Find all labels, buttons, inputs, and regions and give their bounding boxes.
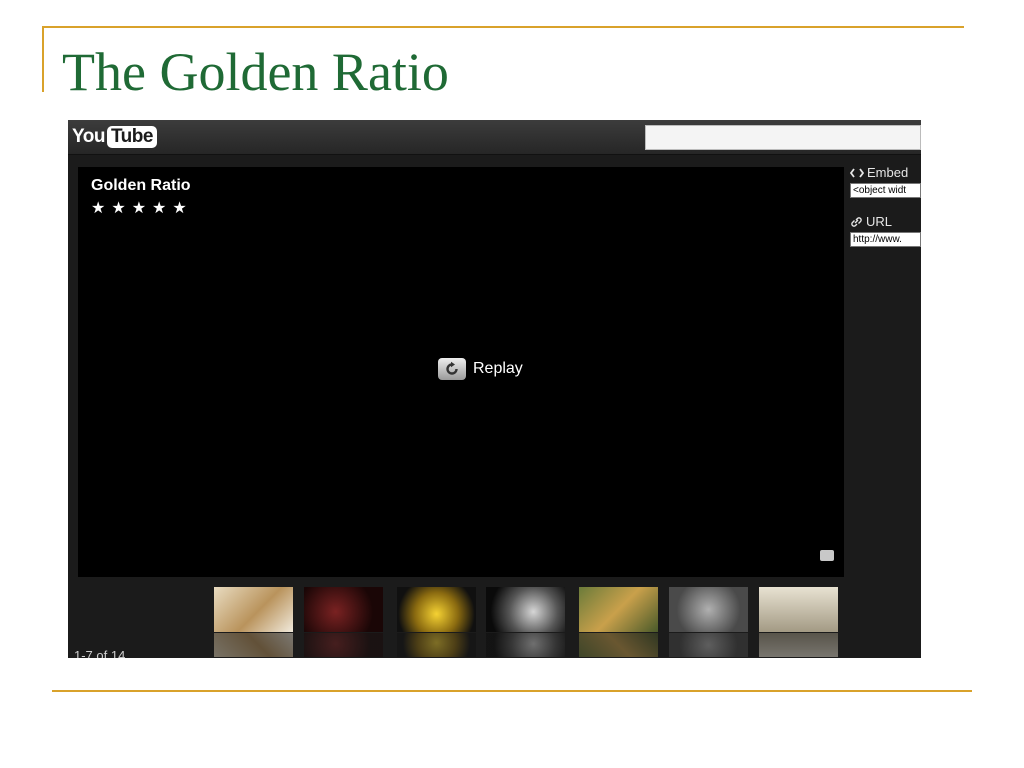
star-icon: ★ bbox=[172, 200, 187, 217]
related-video-thumbnail[interactable] bbox=[214, 587, 293, 657]
star-rating: ★ ★ ★ ★ ★ bbox=[91, 200, 187, 218]
top-rule bbox=[42, 26, 964, 28]
related-video-thumbnail[interactable] bbox=[304, 587, 383, 657]
embed-label: Embed bbox=[850, 165, 921, 181]
share-panel: Embed URL bbox=[850, 162, 921, 247]
bottom-rule bbox=[52, 690, 972, 692]
slide-title: The Golden Ratio bbox=[62, 42, 449, 102]
replay-icon bbox=[438, 358, 466, 380]
star-icon: ★ bbox=[152, 200, 167, 217]
logo-you: You bbox=[72, 126, 105, 147]
related-video-thumbnail[interactable] bbox=[669, 587, 748, 657]
thumbnail-reflection bbox=[397, 633, 476, 657]
replay-label: Replay bbox=[473, 360, 523, 377]
video-title[interactable]: Golden Ratio bbox=[91, 176, 191, 196]
youtube-logo[interactable]: You Tube bbox=[72, 125, 157, 149]
embed-code-field[interactable] bbox=[850, 183, 921, 198]
thumbnail-reflection bbox=[214, 633, 293, 657]
left-rule bbox=[42, 26, 44, 92]
thumbnail-reflection bbox=[304, 633, 383, 657]
captions-icon[interactable] bbox=[820, 550, 834, 561]
video-screen[interactable]: Golden Ratio ★ ★ ★ ★ ★ Replay bbox=[78, 167, 844, 577]
related-video-thumbnail[interactable] bbox=[579, 587, 658, 657]
link-icon bbox=[851, 217, 862, 227]
golden-statue-thumbnail bbox=[397, 587, 476, 632]
thumbnail-reflection bbox=[759, 633, 838, 657]
url-field[interactable] bbox=[850, 232, 921, 247]
golden-spiral-thumbnail bbox=[304, 587, 383, 632]
star-icon: ★ bbox=[111, 200, 126, 217]
thumbnail-reflection bbox=[486, 633, 565, 657]
star-icon: ★ bbox=[131, 200, 147, 217]
replay-button[interactable]: Replay bbox=[438, 358, 523, 380]
nautilus-shell-thumbnail bbox=[486, 587, 565, 632]
thumbnail-reflection bbox=[579, 633, 658, 657]
embed-label-text: Embed bbox=[867, 165, 909, 180]
related-video-thumbnail[interactable] bbox=[759, 587, 838, 657]
search-input[interactable] bbox=[645, 125, 921, 150]
thumbnail-reflection bbox=[669, 633, 748, 657]
player-top-bar: You Tube bbox=[68, 120, 921, 155]
golden-polyhedron-thumbnail bbox=[579, 587, 658, 632]
logo-tube: Tube bbox=[106, 126, 157, 148]
parthenon-thumbnail bbox=[759, 587, 838, 632]
star-icon: ★ bbox=[91, 200, 106, 217]
related-video-thumbnail[interactable] bbox=[486, 587, 565, 657]
youtube-player: You Tube Golden Ratio ★ ★ ★ ★ ★ Replay E… bbox=[68, 120, 921, 658]
code-brackets-icon bbox=[850, 168, 864, 178]
url-label-text: URL bbox=[866, 214, 893, 229]
related-video-thumbnail[interactable] bbox=[397, 587, 476, 657]
golden-symbol-thumbnail bbox=[669, 587, 748, 632]
vitruvian-man-thumbnail bbox=[214, 587, 293, 632]
url-label: URL bbox=[850, 214, 921, 230]
results-count: 1-7 of 14 bbox=[74, 648, 126, 658]
